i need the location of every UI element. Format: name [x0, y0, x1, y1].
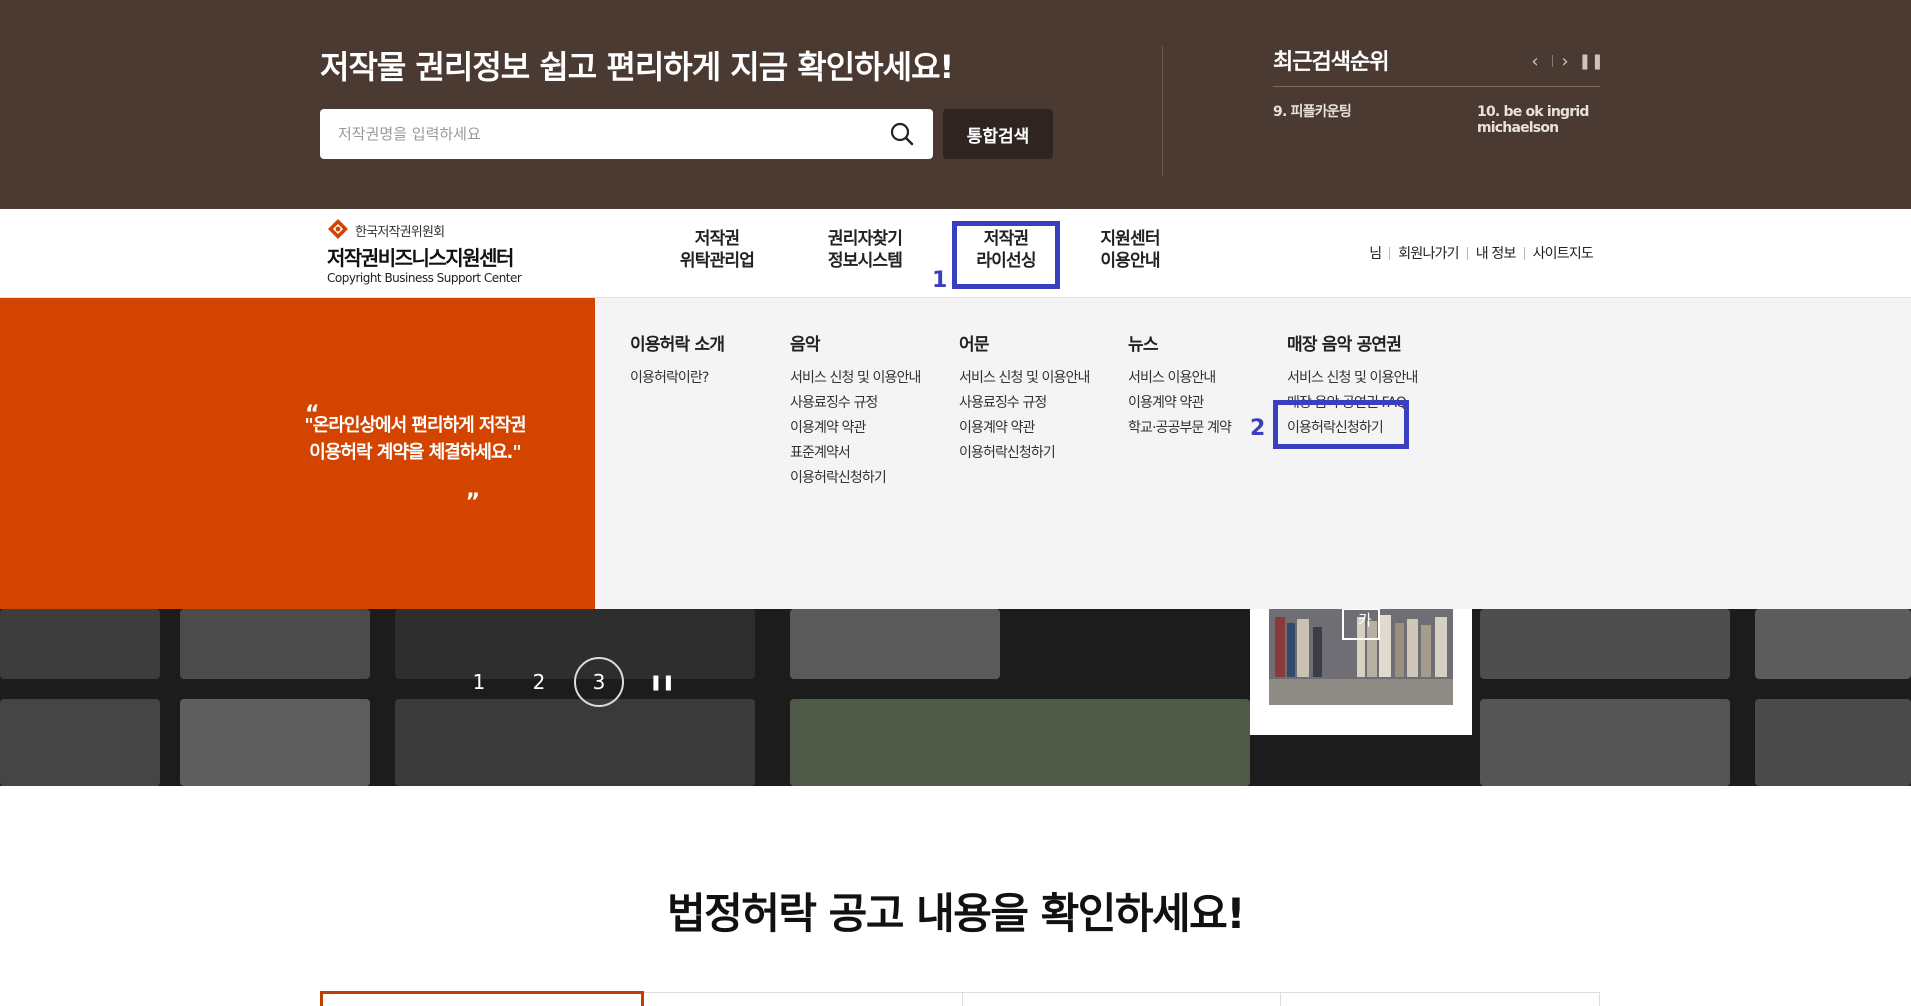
menu-link[interactable]: 이용계약 약관	[959, 416, 1089, 441]
recent-divider	[1273, 86, 1600, 87]
ctrl-divider	[1552, 55, 1553, 67]
integrated-search-button[interactable]: 통합검색	[943, 109, 1053, 159]
gnb-rights-holder-search[interactable]: 권리자찾기 정보시스템	[800, 228, 930, 272]
util-separator	[1466, 246, 1468, 260]
menu-link[interactable]: 이용허락이란?	[630, 366, 724, 391]
gnb-label: 저작권	[694, 229, 740, 249]
hero-photo-tile	[395, 699, 755, 786]
logo-mark-icon	[328, 219, 348, 239]
hero-page-3[interactable]: 3	[574, 657, 624, 707]
hero-photo-tile	[1755, 609, 1911, 679]
annotation-marker-2: 2	[1250, 416, 1266, 441]
utility-nav: 님 회원나가기 내 정보 사이트지도	[1369, 243, 1594, 263]
menu-col-title[interactable]: 어문	[959, 330, 1089, 355]
menu-link[interactable]: 이용계약 약관	[1128, 391, 1231, 416]
hero-photo-tile	[1755, 699, 1911, 786]
promo-text: "온라인상에서 편리하게 저작권 이용허락 계약을 체결하세요."	[304, 415, 526, 463]
notice-tab[interactable]	[320, 991, 644, 1006]
gnb-label: 이용안내	[1100, 251, 1160, 271]
notice-tab[interactable]	[644, 993, 963, 1006]
logo-center-name: 저작권비즈니스지원센터	[327, 246, 514, 270]
hero-photo-tile	[0, 609, 160, 679]
user-greeting: 님	[1369, 246, 1382, 262]
gnb-label: 위탁관리업	[679, 251, 755, 271]
header-divider	[1162, 46, 1163, 176]
card-badge: 카	[1358, 611, 1372, 629]
site-logo[interactable]: 한국저작권위원회 저작권비즈니스지원센터 Copyright Business …	[325, 218, 545, 290]
menu-link[interactable]: 이용계약 약관	[790, 416, 920, 441]
notice-tab[interactable]	[963, 993, 1282, 1006]
menu-col-license-intro: 이용허락 소개 이용허락이란?	[630, 330, 725, 391]
menu-col-title[interactable]: 음악	[790, 330, 920, 355]
menu-col-literary: 어문 서비스 신청 및 이용안내 사용료징수 규정 이용계약 약관 이용허락신청…	[959, 330, 1090, 466]
annotation-marker-1: 1	[932, 268, 948, 293]
sitemap-link[interactable]: 사이트지도	[1533, 243, 1594, 263]
top-search-band	[0, 0, 1911, 209]
hero-photo-tile	[395, 609, 755, 679]
menu-link[interactable]: 서비스 신청 및 이용안내	[1287, 366, 1418, 391]
menu-link[interactable]: 이용허락신청하기	[790, 466, 920, 491]
section-title: 법정허락 공고 내용을 확인하세요!	[667, 889, 1245, 938]
menu-col-title[interactable]: 매장 음악 공연권	[1287, 330, 1417, 355]
headline: 저작물 권리정보 쉽고 편리하게 지금 확인하세요!	[320, 48, 954, 86]
search-input[interactable]	[338, 109, 878, 159]
highlight-box-licensing	[952, 221, 1060, 289]
notice-tabs	[320, 991, 1600, 1006]
highlight-box-apply	[1273, 400, 1409, 449]
gnb-support-center[interactable]: 지원센터 이용안내	[1065, 228, 1195, 272]
logo-english-name: Copyright Business Support Center	[327, 271, 522, 285]
menu-link[interactable]: 서비스 신청 및 이용안내	[790, 366, 921, 391]
hero-photo-tile	[180, 609, 370, 679]
hero-page-1[interactable]: 1	[462, 657, 496, 707]
gnb-label: 권리자찾기	[827, 229, 903, 249]
menu-link[interactable]: 서비스 신청 및 이용안내	[959, 366, 1090, 391]
hero-photo-tile	[1480, 609, 1730, 679]
gnb-label: 정보시스템	[827, 251, 903, 271]
search-icon[interactable]	[889, 121, 915, 147]
hero-page-2[interactable]: 2	[522, 657, 556, 707]
util-separator	[1389, 246, 1391, 260]
menu-link[interactable]: 이용허락신청하기	[959, 441, 1089, 466]
hero-photo-tile	[790, 699, 1250, 786]
util-separator	[1523, 246, 1525, 260]
hero-photo-tile	[790, 609, 1000, 679]
hero-photo-tile	[180, 699, 370, 786]
hero-photo-tile	[1480, 699, 1730, 786]
gnb-consignment[interactable]: 저작권 위탁관리업	[652, 228, 782, 272]
gnb-label: 지원센터	[1100, 229, 1160, 249]
menu-link[interactable]: 사용료징수 규정	[790, 391, 920, 416]
logout-link[interactable]: 회원나가기	[1398, 243, 1459, 263]
my-info-link[interactable]: 내 정보	[1476, 243, 1517, 263]
menu-link[interactable]: 학교·공공부문 계약	[1128, 416, 1232, 441]
menu-col-music: 음악 서비스 신청 및 이용안내 사용료징수 규정 이용계약 약관 표준계약서 …	[790, 330, 921, 491]
menu-link[interactable]: 사용료징수 규정	[959, 391, 1089, 416]
hero-pause-icon[interactable]: ❚❚	[649, 657, 674, 707]
notice-tab[interactable]	[1281, 993, 1600, 1006]
menu-col-title[interactable]: 이용허락 소개	[630, 330, 725, 355]
quote-close-icon: „	[466, 478, 481, 503]
hero-banner	[0, 609, 1911, 786]
pause-icon[interactable]: ❚❚	[1578, 50, 1603, 72]
hero-photo-tile	[0, 699, 160, 786]
menu-link[interactable]: 표준계약서	[790, 441, 920, 466]
search-box	[320, 109, 933, 159]
menu-col-title[interactable]: 뉴스	[1128, 330, 1231, 355]
menu-col-news: 뉴스 서비스 이용안내 이용계약 약관 학교·공공부문 계약	[1128, 330, 1232, 441]
logo-org-name: 한국저작권위원회	[355, 225, 445, 240]
recent-item[interactable]: 10. be ok ingrid michaelson	[1477, 104, 1607, 136]
recent-search-title: 최근검색순위	[1273, 50, 1389, 75]
next-icon[interactable]: ›	[1554, 50, 1576, 72]
prev-icon[interactable]: ‹	[1524, 50, 1546, 72]
menu-link[interactable]: 서비스 이용안내	[1128, 366, 1231, 391]
recent-item[interactable]: 9. 피플카운팅	[1273, 104, 1453, 120]
